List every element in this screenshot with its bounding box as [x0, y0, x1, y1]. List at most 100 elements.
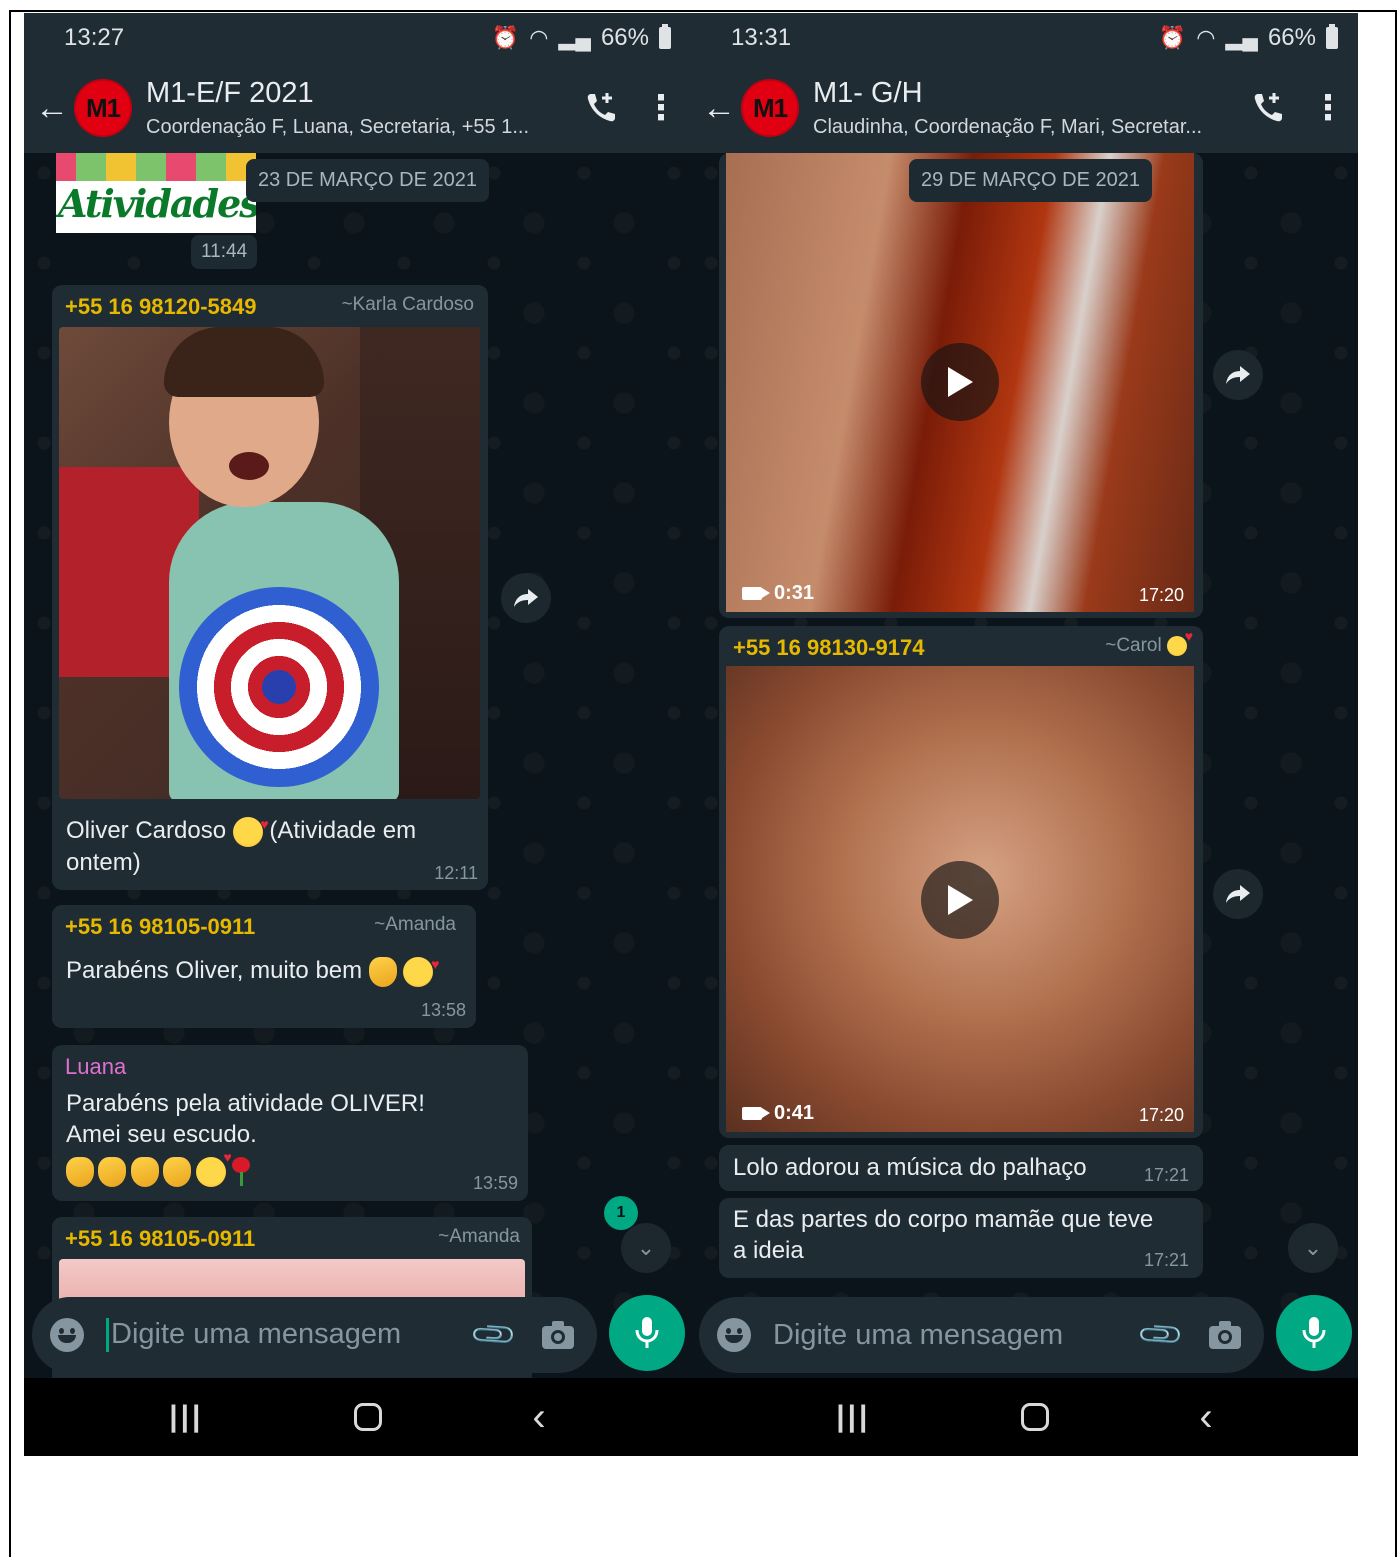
chat-messages-area[interactable]: Atividades 23 DE MARÇO DE 2021 11:44 +55…: [24, 153, 691, 1378]
alias-text: ~Carol: [1105, 635, 1162, 656]
status-time: 13:31: [731, 24, 792, 51]
emoji-icon[interactable]: [717, 1318, 751, 1352]
message-text-line: a ideia: [733, 1237, 804, 1264]
menu-dots-icon[interactable]: ⋮: [1298, 88, 1358, 128]
message-input[interactable]: Digite uma mensagem: [106, 1317, 469, 1353]
message-time: 17:21: [1143, 1165, 1189, 1185]
attach-icon[interactable]: 📎: [464, 1305, 524, 1365]
message-sender[interactable]: +55 16 98130-9174: [733, 635, 924, 661]
clapping-emoji: [368, 956, 397, 987]
message-sender-alias: ~Amanda: [374, 914, 456, 935]
right-phone-screen: 13:31 ⏰ ◠ ▂▄ 66% ← M1 M1- G/H Claudinha,…: [691, 13, 1358, 1456]
chat-title: M1-E/F 2021: [146, 77, 314, 109]
status-time: 13:27: [64, 24, 125, 51]
message-bubble[interactable]: Lolo adorou a música do palhaço 17:21: [719, 1145, 1203, 1191]
message-text-line: Amei seu escudo.: [66, 1121, 257, 1148]
system-icons: ⏰ ◠ ▂▄ 66%: [1159, 24, 1338, 52]
message-bubble[interactable]: +55 16 98105-0911 ~Amanda Parabéns Olive…: [52, 905, 476, 1028]
alarm-icon: ⏰: [1158, 25, 1187, 50]
message-bubble[interactable]: +55 16 98120-5849 ~Karla Cardoso Oliver …: [52, 285, 488, 890]
chat-messages-area[interactable]: 0:31 17:20 29 DE MARÇO DE 2021 +55 16 98…: [691, 153, 1358, 1378]
chat-participants: Claudinha, Coordenação F, Mari, Secretar…: [813, 116, 1203, 138]
message-time: 12:11: [434, 863, 478, 883]
android-nav-bar: ||| ‹: [24, 1378, 691, 1456]
attach-icon[interactable]: 📎: [1131, 1305, 1191, 1365]
message-sender[interactable]: +55 16 98105-0911: [65, 1226, 255, 1252]
rose-emoji: [230, 1157, 252, 1187]
menu-dots-icon[interactable]: ⋮: [631, 88, 691, 128]
back-arrow-icon[interactable]: ←: [34, 89, 70, 128]
video-thumbnail[interactable]: 0:41 17:20: [726, 666, 1194, 1132]
message-input[interactable]: Digite uma mensagem: [773, 1319, 1136, 1352]
call-add-icon[interactable]: [571, 90, 631, 126]
chat-title-block[interactable]: M1-E/F 2021 Coordenação F, Luana, Secret…: [146, 77, 571, 139]
video-camera-icon: [742, 1107, 770, 1120]
play-button[interactable]: [921, 343, 999, 421]
message-bubble[interactable]: Luana Parabéns pela atividade OLIVER! Am…: [52, 1045, 528, 1201]
mic-button[interactable]: [1276, 1295, 1352, 1371]
play-icon: [948, 367, 973, 397]
smiling-hearts-emoji: [195, 1149, 232, 1187]
play-button[interactable]: [921, 861, 999, 939]
sticker-flowers: [56, 153, 256, 181]
sticker-image[interactable]: Atividades: [56, 153, 256, 233]
video-thumbnail[interactable]: 0:31 17:20: [726, 153, 1194, 612]
smiling-hearts-emoji: [232, 809, 269, 847]
camera-icon[interactable]: [1200, 1320, 1250, 1350]
nav-back-icon[interactable]: ‹: [532, 1395, 545, 1440]
photo-child-hair: [164, 327, 324, 397]
photo-child-mouth: [229, 452, 269, 480]
scroll-down-button[interactable]: ⌄: [621, 1223, 671, 1273]
nav-home-icon[interactable]: [1020, 1403, 1049, 1431]
forward-icon: [1226, 885, 1250, 903]
forward-icon: [1226, 366, 1250, 384]
message-text-part: (Atividade em: [269, 817, 417, 844]
nav-home-icon[interactable]: [353, 1403, 382, 1431]
message-sender[interactable]: +55 16 98105-0911: [65, 914, 255, 940]
play-icon: [948, 885, 973, 915]
nav-recent-icon[interactable]: |||: [169, 1400, 203, 1434]
chat-title: M1- G/H: [813, 77, 923, 109]
message-text-part: Parabéns Oliver, muito bem: [66, 957, 363, 984]
message-time: 13:58: [420, 1000, 466, 1020]
chat-title-block[interactable]: M1- G/H Claudinha, Coordenação F, Mari, …: [813, 77, 1238, 139]
clapping-emoji: [130, 1157, 159, 1187]
scroll-down-button[interactable]: ⌄: [1288, 1223, 1338, 1273]
clapping-emoji: [98, 1157, 127, 1187]
chat-participants: Coordenação F, Luana, Secretaria, +55 1.…: [146, 116, 530, 138]
message-input-pill[interactable]: Digite uma mensagem 📎: [32, 1297, 597, 1373]
message-time: 13:59: [472, 1173, 518, 1193]
message-time: 17:20: [1138, 585, 1184, 605]
message-sender[interactable]: Luana: [65, 1054, 126, 1080]
nav-back-icon[interactable]: ‹: [1199, 1395, 1212, 1440]
message-bubble[interactable]: 0:31 17:20: [719, 153, 1203, 618]
emoji-icon[interactable]: [50, 1318, 84, 1352]
message-input-bar: Digite uma mensagem 📎: [24, 1293, 691, 1378]
text-caret: [106, 1318, 109, 1353]
forward-button[interactable]: [1213, 350, 1263, 400]
forward-button[interactable]: [1213, 869, 1263, 919]
call-add-icon[interactable]: [1238, 90, 1298, 126]
shared-photo[interactable]: [59, 327, 480, 799]
message-sender[interactable]: +55 16 98120-5849: [65, 294, 256, 320]
message-bubble[interactable]: E das partes do corpo mamãe que teve a i…: [719, 1198, 1203, 1278]
forward-button[interactable]: [501, 573, 551, 623]
back-arrow-icon[interactable]: ←: [701, 89, 737, 128]
message-sender-alias: ~Karla Cardoso: [341, 294, 474, 315]
camera-icon[interactable]: [533, 1320, 583, 1350]
photo-shield-toy: [179, 587, 379, 787]
group-avatar[interactable]: M1: [741, 79, 799, 137]
input-placeholder: Digite uma mensagem: [111, 1317, 402, 1350]
message-text-part: ontem): [66, 848, 141, 876]
message-bubble[interactable]: +55 16 98130-9174 ~Carol 0:41 17:20: [719, 626, 1203, 1138]
video-duration-text: 0:41: [774, 1102, 815, 1124]
group-avatar[interactable]: M1: [74, 79, 132, 137]
signal-icon: ▂▄: [1225, 25, 1258, 50]
scroll-down-icon: ⌄: [1303, 1235, 1323, 1260]
battery-icon: [659, 24, 671, 49]
wifi-icon: ◠: [1196, 25, 1216, 50]
mic-button[interactable]: [609, 1295, 685, 1371]
message-input-pill[interactable]: Digite uma mensagem 📎: [699, 1297, 1264, 1373]
nav-recent-icon[interactable]: |||: [836, 1400, 870, 1434]
battery-percent: 66%: [600, 24, 649, 51]
